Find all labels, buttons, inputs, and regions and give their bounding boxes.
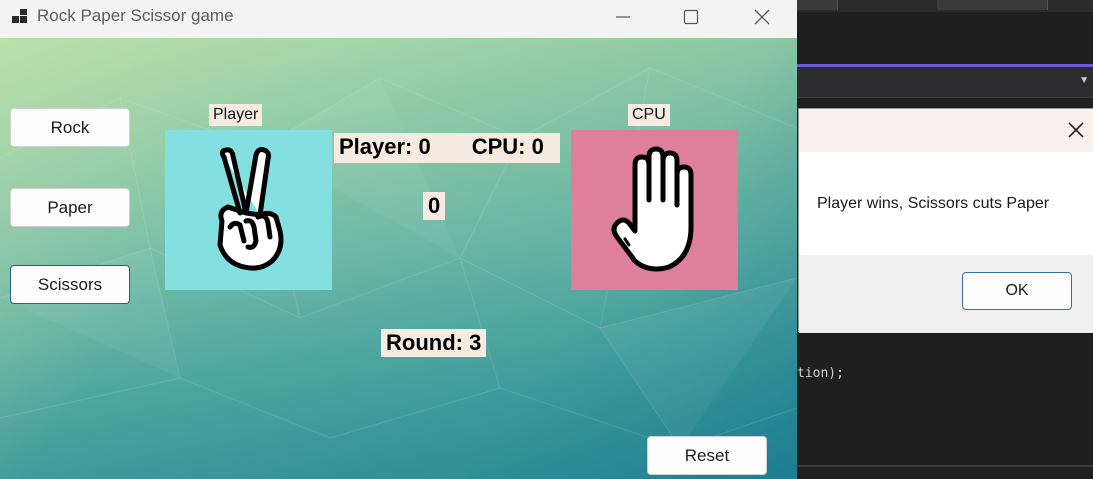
player-label: Player — [209, 104, 263, 126]
title-bar: Rock Paper Scissor game — [0, 0, 797, 38]
game-client-area: Rock Paper Scissors Player CPU Player: 0… — [0, 38, 797, 479]
close-icon[interactable] — [1064, 118, 1088, 142]
reset-button[interactable]: Reset — [647, 436, 767, 475]
app-icon — [12, 9, 27, 23]
cpu-label: CPU — [628, 104, 670, 126]
result-value: 0 — [423, 192, 446, 220]
chevron-down-icon: ▼ — [1079, 75, 1089, 86]
ide-tab-strip — [797, 0, 1093, 12]
ide-tab[interactable] — [797, 0, 838, 10]
cpu-score: CPU: 0 — [471, 134, 544, 159]
close-icon — [754, 9, 770, 25]
paper-button[interactable]: Paper — [10, 188, 130, 227]
ok-button[interactable]: OK — [962, 272, 1072, 310]
ide-code-text: tion); — [797, 366, 844, 381]
paper-hand-icon — [611, 146, 693, 272]
scissors-button[interactable]: Scissors — [10, 265, 130, 304]
close-button[interactable] — [739, 0, 785, 34]
rock-button[interactable]: Rock — [10, 108, 130, 147]
dialog-message: Player wins, Scissors cuts Paper — [817, 195, 1050, 212]
dialog-title-bar — [799, 109, 1093, 152]
player-choice-picture — [165, 130, 332, 290]
minimize-button[interactable] — [600, 0, 646, 34]
message-dialog: Player wins, Scissors cuts Paper OK — [798, 108, 1093, 333]
scissors-hand-icon — [217, 147, 283, 271]
cpu-choice-picture — [571, 130, 738, 290]
player-score: Player: 0 — [339, 134, 431, 159]
dialog-footer: OK — [799, 255, 1093, 333]
ide-bottom-bar — [797, 465, 1093, 467]
scoreboard: Player: 0 CPU: 0 — [334, 133, 560, 163]
ide-dropdown[interactable]: ▼ — [797, 67, 1093, 98]
game-window: Rock Paper Scissor game Rock Paper Sciss… — [0, 0, 797, 479]
maximize-button[interactable] — [668, 0, 714, 34]
window-title: Rock Paper Scissor game — [37, 6, 234, 25]
maximize-icon — [683, 9, 699, 25]
minimize-icon — [616, 16, 630, 18]
round-label: Round: 3 — [381, 329, 487, 357]
ide-tab[interactable] — [937, 0, 1048, 10]
